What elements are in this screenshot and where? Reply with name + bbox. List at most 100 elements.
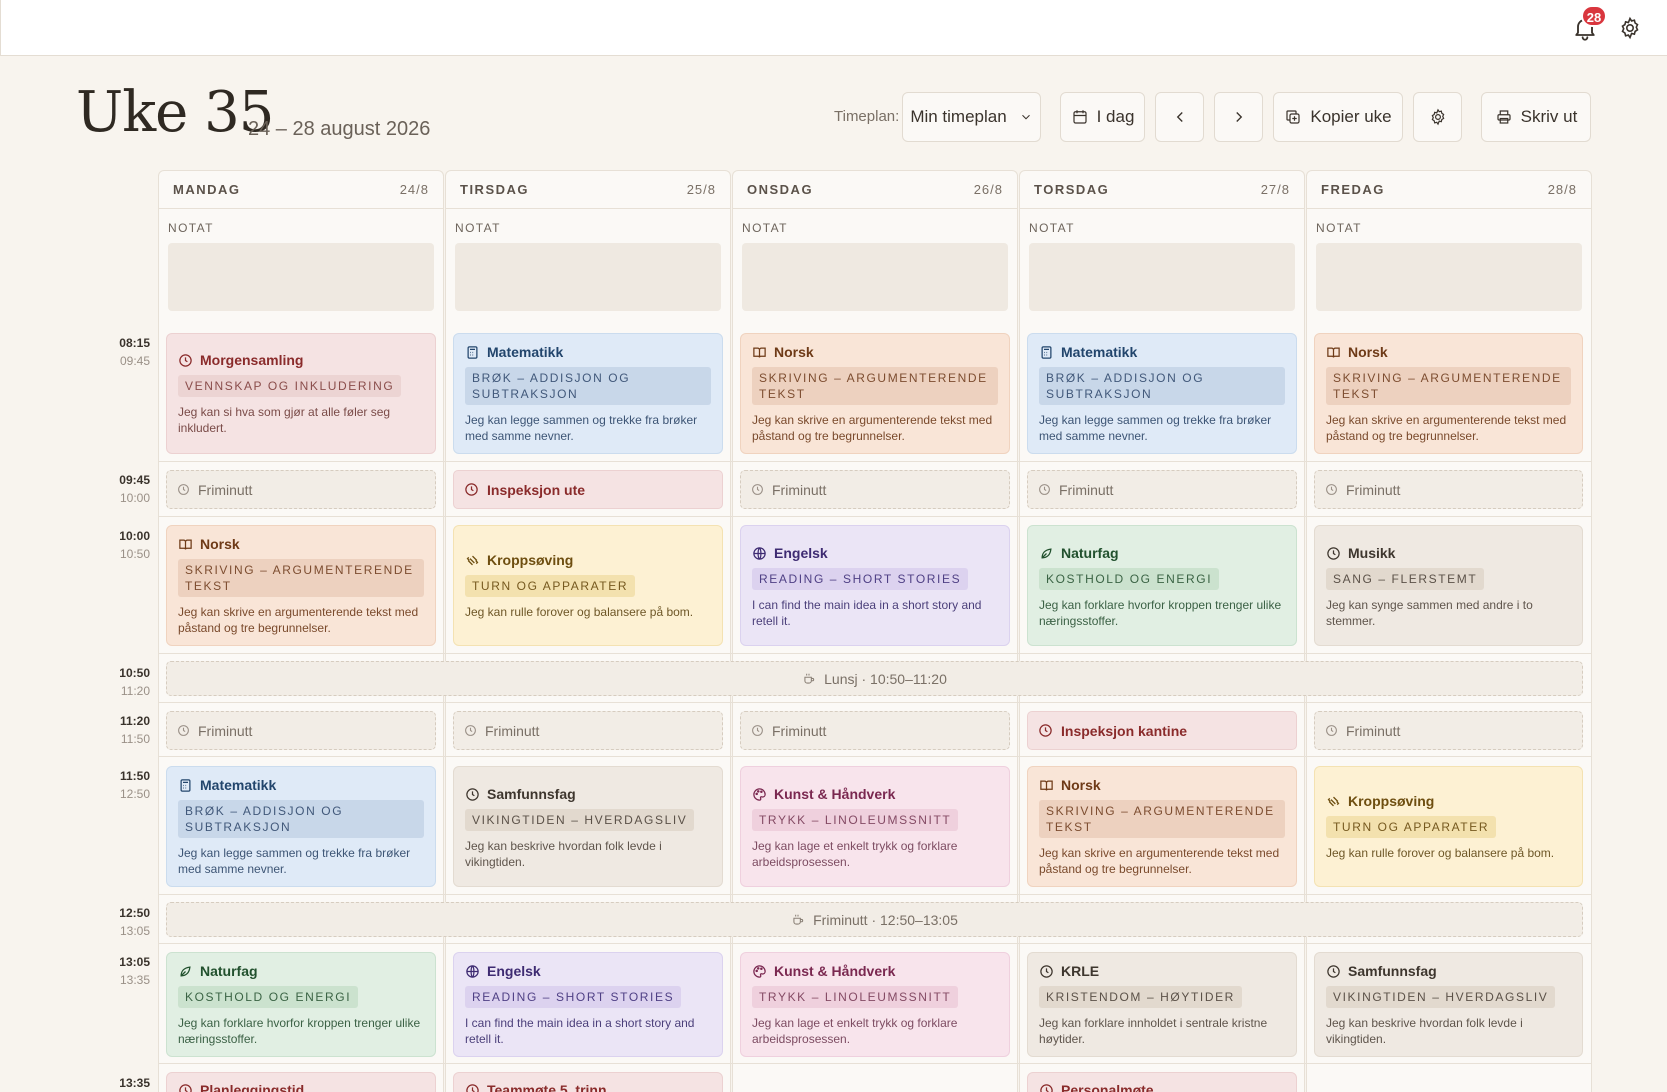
lesson-card[interactable]: Kunst & Håndverk TRYKK – LINOLEUMSSNITT … xyxy=(740,766,1010,887)
lesson-card[interactable]: Norsk SKRIVING – ARGUMENTERENDE TEKST Je… xyxy=(166,525,436,646)
lesson-goal: Jeg kan synge sammen med andre i to stem… xyxy=(1326,598,1533,628)
lesson-card[interactable]: Samfunnsfag VIKINGTIDEN – HVERDAGSLIV Je… xyxy=(453,766,723,887)
chevron-down-icon xyxy=(1021,114,1030,120)
break-slot[interactable]: Friminutt xyxy=(1314,711,1583,750)
break-slot[interactable]: Friminutt xyxy=(166,470,436,509)
lesson-card[interactable]: Norsk SKRIVING – ARGUMENTERENDE TEKST Je… xyxy=(1027,766,1297,887)
lesson-goal: Jeg kan rulle forover og balansere på bo… xyxy=(465,605,694,619)
note-input[interactable] xyxy=(742,243,1008,311)
long-break-slot[interactable]: Friminutt · 12:50–13:05 xyxy=(166,902,1583,937)
clock-icon xyxy=(1326,484,1337,495)
lesson-card[interactable]: Norsk SKRIVING – ARGUMENTERENDE TEKST Je… xyxy=(740,333,1010,454)
break-slot[interactable]: Friminutt xyxy=(453,711,723,750)
settings-gear-icon[interactable] xyxy=(1618,16,1642,40)
lesson-card[interactable]: Kroppsøving TURN OG APPARATER Jeg kan ru… xyxy=(453,525,723,646)
day-date: 28/8 xyxy=(1547,182,1577,197)
break-slot[interactable]: Friminutt xyxy=(740,470,1010,509)
lunch-break-slot[interactable]: Lunsj · 10:50–11:20 xyxy=(166,661,1583,696)
note-input[interactable] xyxy=(168,243,434,311)
duty-slot[interactable]: Inspeksjon kantine xyxy=(1027,711,1297,750)
page-title: Uke 35 xyxy=(76,80,274,145)
lesson-goal: Jeg kan legge sammen og trekke fra brøke… xyxy=(465,413,698,443)
lesson-card[interactable]: Naturfag KOSTHOLD OG ENERGI Jeg kan fork… xyxy=(166,952,436,1057)
lesson-card[interactable]: Norsk SKRIVING – ARGUMENTERENDE TEKST Je… xyxy=(1314,333,1583,454)
day-header: FREDAG 28/8 xyxy=(1307,171,1591,209)
lesson-goal: Jeg kan lage et enkelt trykk og forklare… xyxy=(752,839,958,869)
clock-icon xyxy=(1040,1083,1053,1092)
time-label: 08:15 09:45 xyxy=(119,336,150,368)
duty-slot[interactable]: Inspeksjon ute xyxy=(453,470,723,509)
lesson-card[interactable]: Musikk SANG – FLERSTEMT Jeg kan synge sa… xyxy=(1314,525,1583,646)
lesson-card[interactable]: Matematikk BRØK – ADDISJON OG SUBTRAKSJO… xyxy=(453,333,723,454)
day-name: ONSDAG xyxy=(747,182,814,197)
time-label: 12:50 13:05 xyxy=(119,906,150,938)
week-date-range: 24 – 28 august 2026 xyxy=(248,118,431,140)
lesson-card[interactable]: KRLE KRISTENDOM – HØYTIDER Jeg kan forkl… xyxy=(1027,952,1297,1057)
previous-week-button[interactable] xyxy=(1155,92,1204,142)
lunch-label: Lunsj · 10:50–11:20 xyxy=(824,670,947,687)
note-input[interactable] xyxy=(1316,243,1582,311)
clock-icon xyxy=(465,725,476,736)
note-label: NOTAT xyxy=(168,221,214,235)
lesson-card[interactable]: Personalmøte xyxy=(1027,1072,1297,1092)
timeplan-select-value: Min timeplan xyxy=(910,107,1007,126)
calendar-icon xyxy=(1072,110,1087,124)
print-button[interactable]: Skriv ut xyxy=(1481,92,1591,142)
break-slot[interactable]: Friminutt xyxy=(1027,470,1297,509)
lesson-card[interactable]: Planleggingstid xyxy=(166,1072,436,1092)
lesson-card[interactable]: Matematikk BRØK – ADDISJON OG SUBTRAKSJO… xyxy=(1027,333,1297,454)
timeplan-select[interactable]: Min timeplan xyxy=(902,92,1041,142)
lesson-goal: Jeg kan lage et enkelt trykk og forklare… xyxy=(752,1016,958,1046)
next-week-button[interactable] xyxy=(1214,92,1263,142)
lesson-topic: KOSTHOLD OG ENERGI xyxy=(178,986,359,1008)
row-divider xyxy=(158,1063,1591,1064)
schedule-settings-button[interactable] xyxy=(1413,92,1462,142)
day-date: 24/8 xyxy=(399,182,429,197)
book-open-icon xyxy=(1327,347,1340,358)
today-button[interactable]: I dag xyxy=(1060,92,1145,142)
break-slot[interactable]: Friminutt xyxy=(740,711,1010,750)
chevron-left-icon xyxy=(1176,112,1183,122)
lesson-goal: Jeg kan forklare hvorfor kroppen trenger… xyxy=(1039,598,1282,628)
lesson-subject: Norsk xyxy=(774,344,814,360)
note-label: NOTAT xyxy=(742,221,788,235)
lesson-card[interactable]: Matematikk BRØK – ADDISJON OG SUBTRAKSJO… xyxy=(166,766,436,887)
lesson-card[interactable]: Kunst & Håndverk TRYKK – LINOLEUMSSNITT … xyxy=(740,952,1010,1057)
lesson-card[interactable]: Teammøte 5. trinn xyxy=(453,1072,723,1092)
lesson-card[interactable]: Samfunnsfag VIKINGTIDEN – HVERDAGSLIV Je… xyxy=(1314,952,1583,1057)
day-header: TIRSDAG 25/8 xyxy=(446,171,730,209)
day-header: TORSDAG 27/8 xyxy=(1020,171,1304,209)
lesson-card[interactable]: Naturfag KOSTHOLD OG ENERGI Jeg kan fork… xyxy=(1027,525,1297,646)
clock-icon xyxy=(178,725,189,736)
copy-week-button[interactable]: Kopier uke xyxy=(1273,92,1403,142)
lesson-goal: Jeg kan forklare innholdet i sentrale kr… xyxy=(1039,1016,1268,1046)
day-header: ONSDAG 26/8 xyxy=(733,171,1017,209)
lesson-card[interactable]: Engelsk READING – SHORT STORIES I can fi… xyxy=(453,952,723,1057)
row-divider xyxy=(158,756,1591,757)
lesson-goal: Jeg kan skrive en argumenterende tekst m… xyxy=(752,413,993,443)
lesson-goal: Jeg kan forklare hvorfor kroppen trenger… xyxy=(178,1016,421,1046)
clock-icon xyxy=(752,725,763,736)
row-divider xyxy=(158,702,1591,703)
lesson-subject: KRLE xyxy=(1061,963,1100,979)
leaf-icon xyxy=(180,965,191,977)
lesson-topic: READING – SHORT STORIES xyxy=(465,986,682,1008)
lesson-subject: Teammøte 5. trinn xyxy=(487,1082,607,1092)
break-label: Friminutt xyxy=(1346,481,1401,498)
clock-icon xyxy=(1039,484,1050,495)
break-slot[interactable]: Friminutt xyxy=(1314,470,1583,509)
calculator-icon xyxy=(180,778,191,792)
clock-icon xyxy=(1039,724,1052,737)
lesson-topic: SKRIVING – ARGUMENTERENDE TEKST xyxy=(1039,800,1285,838)
lesson-topic: VENNSKAP OG INKLUDERING xyxy=(178,375,402,397)
break-slot[interactable]: Friminutt xyxy=(166,711,436,750)
palette-icon xyxy=(753,787,766,801)
lesson-card[interactable]: Kroppsøving TURN OG APPARATER Jeg kan ru… xyxy=(1314,766,1583,887)
lesson-topic: BRØK – ADDISJON OG SUBTRAKSJON xyxy=(465,367,711,405)
lesson-card[interactable]: Engelsk READING – SHORT STORIES I can fi… xyxy=(740,525,1010,646)
globe-icon xyxy=(466,964,479,978)
note-input[interactable] xyxy=(1029,243,1295,311)
lesson-goal: I can find the main idea in a short stor… xyxy=(752,598,982,628)
note-input[interactable] xyxy=(455,243,721,311)
lesson-card[interactable]: Morgensamling VENNSKAP OG INKLUDERING Je… xyxy=(166,333,436,454)
